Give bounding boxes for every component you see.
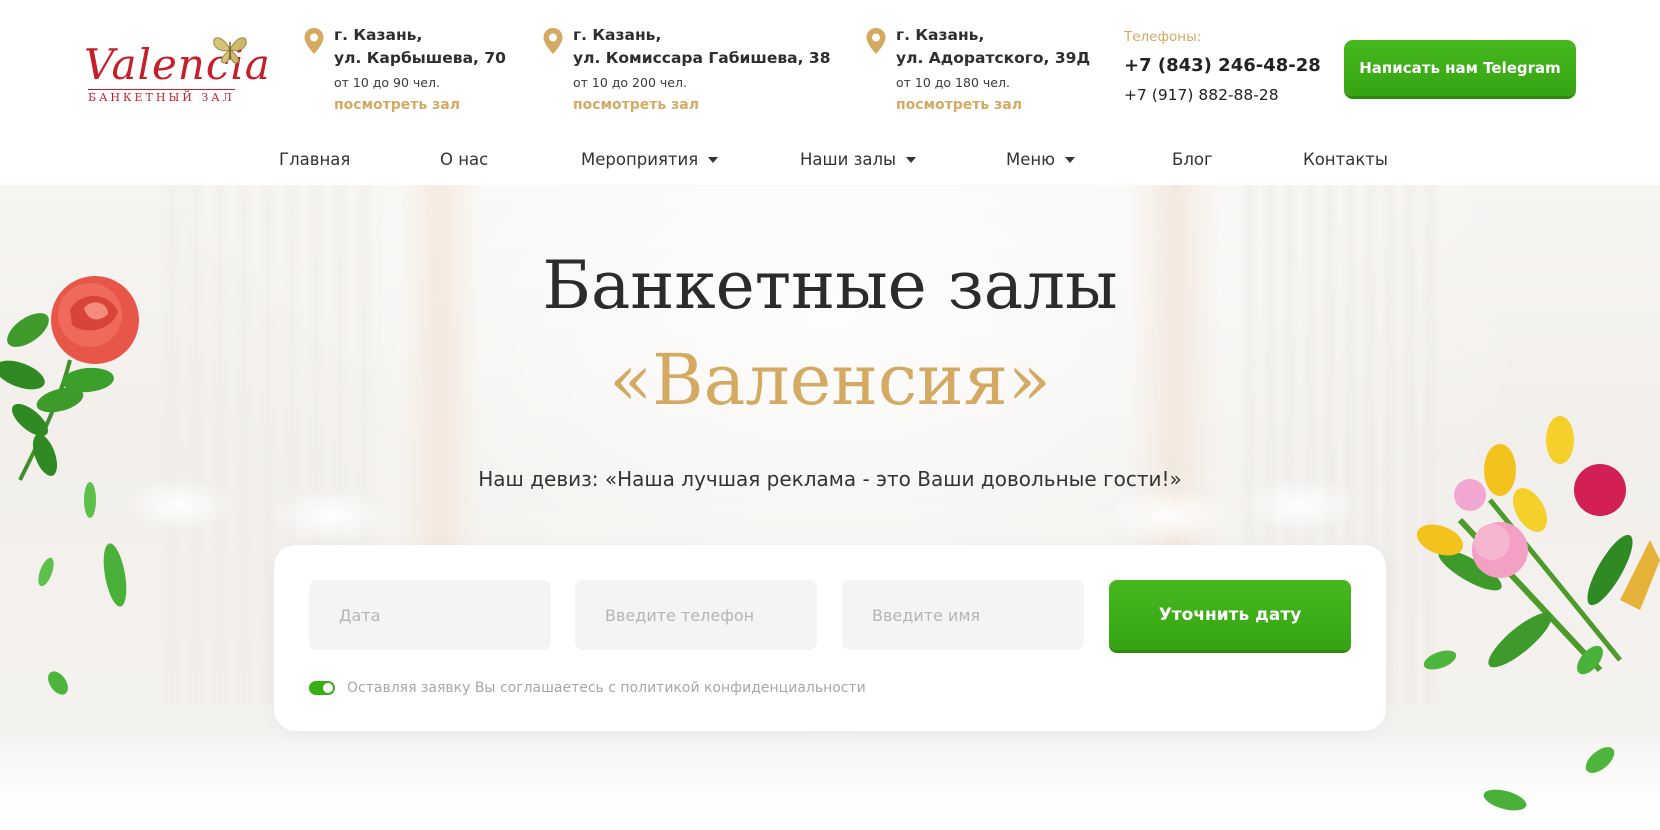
nav-item-events[interactable]: Мероприятия [581,148,719,172]
view-hall-link[interactable]: посмотреть зал [334,95,584,115]
main-nav: Главная О нас Мероприятия Наши залы Меню… [0,148,1660,172]
nav-item-halls[interactable]: Наши залы [800,148,917,172]
hero-title-brand: «Валенсия» [609,339,1051,421]
view-hall-link[interactable]: посмотреть зал [896,95,1146,115]
hero-motto: Наш девиз: «Наша лучшая реклама - это Ва… [478,467,1182,491]
check-date-button[interactable]: Уточнить дату [1109,580,1351,650]
phone-secondary[interactable]: +7 (917) 882-88-28 [1124,84,1321,106]
nav-item-home[interactable]: Главная [279,148,350,172]
telegram-button[interactable]: Написать нам Telegram [1344,40,1576,96]
logo-subtitle: БАНКЕТНЫЙ ЗАЛ [88,89,235,104]
phones-label: Телефоны: [1124,29,1202,45]
privacy-consent: Оставляя заявку Вы соглашаетесь с полити… [309,678,866,698]
leaf-decoration [1577,645,1603,675]
nav-item-label: Главная [279,150,351,169]
nav-item-label: Блог [1172,150,1213,169]
nav-item-label: Наши залы [800,150,897,169]
address-street: ул. Адоратского, 39Д [896,49,1091,67]
phone-primary[interactable]: +7 (843) 246-48-28 [1124,54,1321,78]
map-pin-icon [304,28,324,54]
leaf-decoration [1483,789,1527,811]
phones-block: Телефоны: +7 (843) 246-48-28 +7 (917) 88… [1124,28,1321,106]
consent-text: Оставляя заявку Вы соглашаетесь с полити… [347,680,866,696]
caret-down-icon [1065,157,1076,163]
date-input[interactable] [309,580,551,650]
consent-toggle[interactable] [309,681,335,695]
leaf-decoration [1423,650,1457,670]
leaf-decoration [48,671,68,695]
name-input[interactable] [842,580,1084,650]
caret-down-icon [708,157,719,163]
leaf-decoration [103,543,127,607]
booking-form: Уточнить дату Оставляя заявку Вы соглаша… [274,545,1386,731]
leaf-decoration [38,557,54,587]
logo[interactable]: Valencia БАНКЕТНЫЙ ЗАЛ [84,32,270,107]
map-pin-icon [543,28,563,54]
nav-item-label: Меню [1006,150,1056,169]
nav-item-label: Мероприятия [581,150,699,169]
site-header: Valencia БАНКЕТНЫЙ ЗАЛ г. Казань, ул. Ка… [0,0,1660,185]
hero-title: Банкетные залы [542,247,1118,324]
address-city: г. Казань, [573,26,662,44]
address-capacity: от 10 до 180 чел. [896,75,1010,90]
map-pin-icon [866,28,886,54]
address-capacity: от 10 до 200 чел. [573,75,687,90]
nav-item-label: О нас [440,150,489,169]
nav-item-blog[interactable]: Блог [1172,148,1213,172]
caret-down-icon [906,157,917,163]
nav-item-label: Контакты [1303,150,1388,169]
address-capacity: от 10 до 90 чел. [334,75,440,90]
leaf-decoration [1585,747,1615,773]
background-floor [0,725,1660,830]
nav-item-contacts[interactable]: Контакты [1303,148,1388,172]
address-city: г. Казань, [896,26,985,44]
view-hall-link[interactable]: посмотреть зал [573,95,823,115]
nav-item-menu[interactable]: Меню [1006,148,1076,172]
butterfly-icon [213,37,247,64]
address-street: ул. Комиссара Габишева, 38 [573,49,831,67]
phone-input[interactable] [575,580,817,650]
nav-item-about[interactable]: О нас [440,148,488,172]
